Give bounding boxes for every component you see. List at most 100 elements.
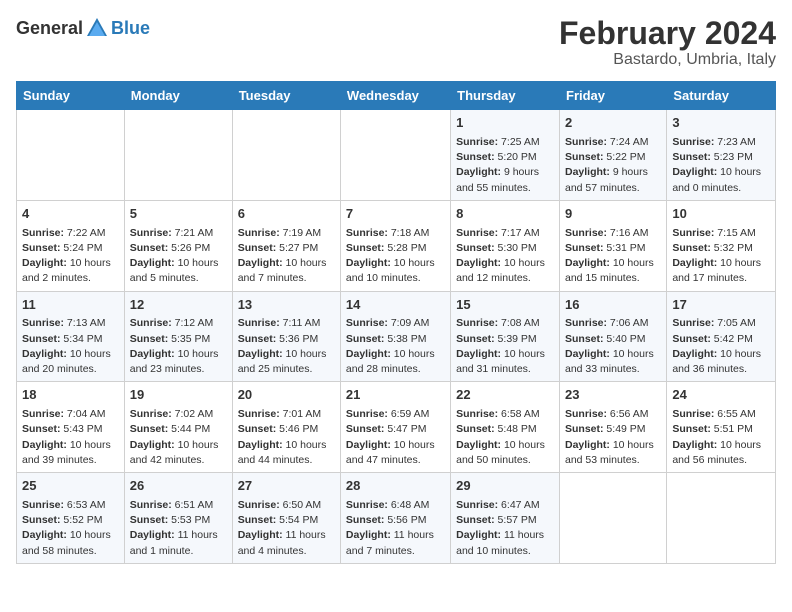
- day-info: Daylight: 10 hours and 36 minutes.: [672, 347, 770, 377]
- calendar-cell: 18 Sunrise: 7:04 AMSunset: 5:43 PMDayligh…: [17, 382, 125, 473]
- day-info: Sunset: 5:43 PM: [22, 422, 119, 437]
- day-info: Daylight: 11 hours and 7 minutes.: [346, 528, 445, 558]
- day-info: Sunset: 5:38 PM: [346, 332, 445, 347]
- day-info: Sunrise: 7:09 AM: [346, 316, 445, 331]
- day-number: 25: [22, 477, 119, 496]
- day-info: Sunset: 5:48 PM: [456, 422, 554, 437]
- day-number: 1: [456, 114, 554, 133]
- header-row: SundayMondayTuesdayWednesdayThursdayFrid…: [17, 82, 776, 110]
- calendar-cell: 25Sunrise: 6:53 AMSunset: 5:52 PMDayligh…: [17, 473, 125, 564]
- logo: General Blue: [16, 16, 150, 40]
- day-info: Daylight: 10 hours and 2 minutes.: [22, 256, 119, 286]
- day-number: 6: [238, 205, 335, 224]
- day-info: Daylight: 11 hours and 1 minute.: [130, 528, 227, 558]
- day-info: Sunrise: 7:17 AM: [456, 226, 554, 241]
- day-info: Sunrise: 6:47 AM: [456, 498, 554, 513]
- day-number: 27: [238, 477, 335, 496]
- calendar-cell: 6Sunrise: 7:19 AMSunset: 5:27 PMDaylight…: [232, 200, 340, 291]
- day-number: 3: [672, 114, 770, 133]
- day-info: Daylight: 11 hours and 4 minutes.: [238, 528, 335, 558]
- day-info: Sunrise: 6:51 AM: [130, 498, 227, 513]
- day-info: Daylight: 10 hours and 10 minutes.: [346, 256, 445, 286]
- day-info: Sunrise: 6:50 AM: [238, 498, 335, 513]
- day-info: Daylight: 10 hours and 5 minutes.: [130, 256, 227, 286]
- day-info: Sunrise: 7:08 AM: [456, 316, 554, 331]
- calendar-cell: 12Sunrise: 7:12 AMSunset: 5:35 PMDayligh…: [124, 291, 232, 382]
- day-info: Sunset: 5:57 PM: [456, 513, 554, 528]
- calendar-cell: 29Sunrise: 6:47 AMSunset: 5:57 PMDayligh…: [451, 473, 560, 564]
- day-info: Sunrise: 7:04 AM: [22, 407, 119, 422]
- day-number: 11: [22, 296, 119, 315]
- day-info: Daylight: 11 hours and 10 minutes.: [456, 528, 554, 558]
- header-cell-sunday: Sunday: [17, 82, 125, 110]
- calendar-cell: 27 Sunrise: 6:50 AMSunset: 5:54 PMDayligh…: [232, 473, 340, 564]
- day-info: Daylight: 10 hours and 39 minutes.: [22, 438, 119, 468]
- day-info: Sunrise: 6:59 AM: [346, 407, 445, 422]
- calendar-cell: 9Sunrise: 7:16 AMSunset: 5:31 PMDaylight…: [560, 200, 667, 291]
- day-info: Sunset: 5:28 PM: [346, 241, 445, 256]
- calendar-subtitle: Bastardo, Umbria, Italy: [559, 51, 776, 69]
- calendar-cell: 10Sunrise: 7:15 AMSunset: 5:32 PMDayligh…: [667, 200, 776, 291]
- day-info: Sunrise: 6:48 AM: [346, 498, 445, 513]
- day-number: 5: [130, 205, 227, 224]
- calendar-cell: 28Sunrise: 6:48 AMSunset: 5:56 PMDayligh…: [340, 473, 450, 564]
- day-number: 28: [346, 477, 445, 496]
- day-info: Sunrise: 7:01 AM: [238, 407, 335, 422]
- calendar-cell: [124, 110, 232, 201]
- day-info: Sunrise: 7:06 AM: [565, 316, 661, 331]
- calendar-cell: [232, 110, 340, 201]
- calendar-row-1: 1Sunrise: 7:25 AMSunset: 5:20 PMDaylight…: [17, 110, 776, 201]
- calendar-cell: 16Sunrise: 7:06 AMSunset: 5:40 PMDayligh…: [560, 291, 667, 382]
- day-number: 18: [22, 386, 119, 405]
- day-info: Sunrise: 6:56 AM: [565, 407, 661, 422]
- day-number: 22: [456, 386, 554, 405]
- calendar-row-4: 18Sunrise: 7:04 AMSunset: 5:43 PMDayligh…: [17, 382, 776, 473]
- day-info: Daylight: 10 hours and 42 minutes.: [130, 438, 227, 468]
- day-info: Daylight: 10 hours and 25 minutes.: [238, 347, 335, 377]
- day-number: 20: [238, 386, 335, 405]
- day-info: Daylight: 10 hours and 50 minutes.: [456, 438, 554, 468]
- day-number: 8: [456, 205, 554, 224]
- logo-blue: Blue: [111, 18, 150, 39]
- calendar-cell: 20Sunrise: 7:01 AMSunset: 5:46 PMDayligh…: [232, 382, 340, 473]
- calendar-cell: [17, 110, 125, 201]
- calendar-cell: 21Sunrise: 6:59 AMSunset: 5:47 PMDayligh…: [340, 382, 450, 473]
- day-info: Daylight: 10 hours and 20 minutes.: [22, 347, 119, 377]
- day-info: Sunset: 5:53 PM: [130, 513, 227, 528]
- day-number: 24: [672, 386, 770, 405]
- day-info: Daylight: 10 hours and 56 minutes.: [672, 438, 770, 468]
- day-info: Sunrise: 7:02 AM: [130, 407, 227, 422]
- day-info: Sunset: 5:30 PM: [456, 241, 554, 256]
- calendar-cell: 19Sunrise: 7:02 AMSunset: 5:44 PMDayligh…: [124, 382, 232, 473]
- logo-icon: [85, 16, 109, 40]
- header-cell-thursday: Thursday: [451, 82, 560, 110]
- calendar-title: February 2024: [559, 16, 776, 51]
- day-info: Daylight: 10 hours and 23 minutes.: [130, 347, 227, 377]
- header-cell-tuesday: Tuesday: [232, 82, 340, 110]
- day-info: Sunrise: 7:24 AM: [565, 135, 661, 150]
- day-info: Daylight: 10 hours and 0 minutes.: [672, 165, 770, 195]
- day-number: 2: [565, 114, 661, 133]
- calendar-cell: 23Sunrise: 6:56 AMSunset: 5:49 PMDayligh…: [560, 382, 667, 473]
- day-info: Sunset: 5:27 PM: [238, 241, 335, 256]
- day-info: Daylight: 10 hours and 15 minutes.: [565, 256, 661, 286]
- day-info: Sunset: 5:20 PM: [456, 150, 554, 165]
- day-info: Sunset: 5:51 PM: [672, 422, 770, 437]
- day-info: Sunrise: 7:18 AM: [346, 226, 445, 241]
- day-info: Sunset: 5:26 PM: [130, 241, 227, 256]
- day-info: Daylight: 10 hours and 31 minutes.: [456, 347, 554, 377]
- day-info: Daylight: 10 hours and 58 minutes.: [22, 528, 119, 558]
- calendar-cell: 5Sunrise: 7:21 AMSunset: 5:26 PMDaylight…: [124, 200, 232, 291]
- calendar-header: SundayMondayTuesdayWednesdayThursdayFrid…: [17, 82, 776, 110]
- day-info: Sunset: 5:22 PM: [565, 150, 661, 165]
- day-info: Sunset: 5:54 PM: [238, 513, 335, 528]
- day-info: Sunrise: 7:11 AM: [238, 316, 335, 331]
- calendar-cell: [340, 110, 450, 201]
- day-info: Sunrise: 7:05 AM: [672, 316, 770, 331]
- header-cell-saturday: Saturday: [667, 82, 776, 110]
- day-info: Daylight: 10 hours and 28 minutes.: [346, 347, 445, 377]
- day-info: Daylight: 9 hours and 55 minutes.: [456, 165, 554, 195]
- day-info: Sunset: 5:52 PM: [22, 513, 119, 528]
- day-info: Sunset: 5:39 PM: [456, 332, 554, 347]
- calendar-cell: 1Sunrise: 7:25 AMSunset: 5:20 PMDaylight…: [451, 110, 560, 201]
